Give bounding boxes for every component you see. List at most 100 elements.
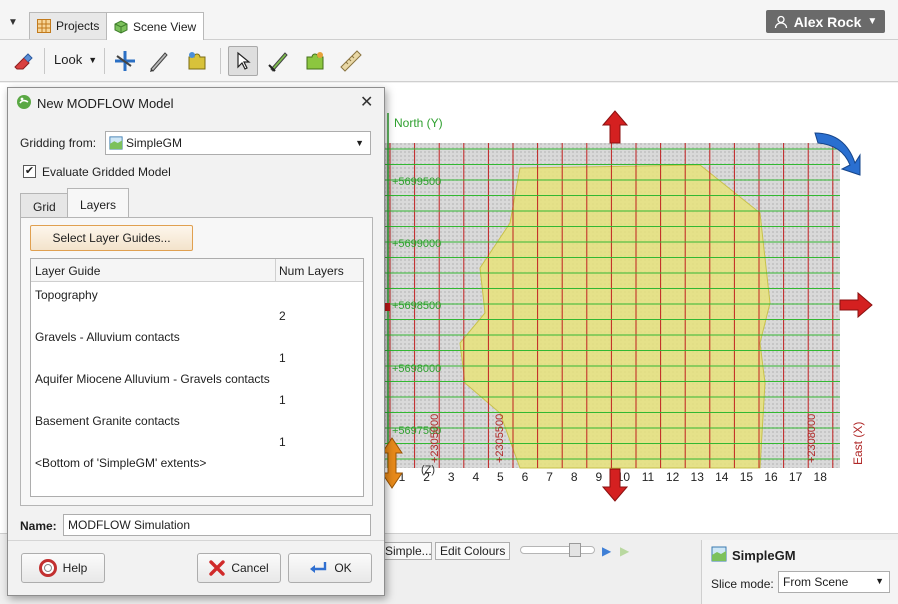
column-header-layer-guide[interactable]: Layer Guide [35,264,100,278]
tab-label: Projects [56,19,100,33]
column-number: 7 [546,470,553,484]
chevron-down-icon: ▼ [355,138,364,148]
layer-guide-name[interactable]: Topography [35,288,98,302]
num-layers-value[interactable]: 1 [279,435,286,449]
column-number: 6 [522,470,529,484]
ruler-tool-icon[interactable] [336,46,366,76]
layer-guide-name[interactable]: Aquifer Miocene Alluvium - Gravels conta… [35,372,270,386]
column-number: 4 [472,470,479,484]
gridding-from-value: SimpleGM [126,136,183,150]
northing-label: +5698000 [392,363,441,375]
tab-label: Layers [80,198,117,212]
look-label: Look [54,52,83,67]
opacity-slider[interactable] [520,543,595,557]
cancel-button[interactable]: Cancel [197,553,281,583]
edit-colours-label: Edit Colours [440,544,506,558]
user-name: Alex Rock [793,13,862,30]
user-menu-button[interactable]: Alex Rock ▼ [766,10,885,33]
puzzle-tool-icon[interactable] [182,46,212,76]
column-number: 13 [691,470,705,484]
ok-button[interactable]: OK [288,553,372,583]
column-number: 2 [423,470,430,484]
properties-panel: SimpleGM Slice mode: From Scene ▼ [701,540,898,604]
gridding-from-select[interactable]: SimpleGM ▼ [105,131,371,155]
user-icon [774,15,787,28]
toolbar-divider [44,48,45,74]
slice-move-tool-icon[interactable] [110,46,140,76]
help-button[interactable]: Help [21,553,105,583]
help-label: Help [62,561,88,575]
layer-guide-name[interactable]: Basement Granite contacts [35,414,180,428]
column-number: 3 [448,470,455,484]
easting-label: +2308000 [806,414,818,463]
points-tool-icon[interactable] [300,46,330,76]
column-number: 5 [497,470,504,484]
look-menu-button[interactable]: Look ▼ [54,52,97,67]
lifebuoy-icon [38,559,57,577]
cancel-label: Cancel [231,561,269,575]
column-number: 8 [571,470,578,484]
select-layer-guides-label: Select Layer Guides... [52,231,171,245]
style-select-value: Simple... [385,544,432,558]
easting-label: +2305500 [494,414,506,463]
chevron-down-icon: ▼ [88,54,98,65]
northing-label: +5698500 [392,300,441,312]
column-number: 11 [642,470,655,484]
pen-tool-icon[interactable] [144,46,174,76]
north-handle-icon[interactable] [601,110,629,144]
gridding-from-label: Gridding from: [20,136,97,150]
num-layers-value[interactable]: 2 [279,309,286,323]
column-number: 15 [740,470,754,484]
tab-grid[interactable]: Grid [20,193,69,219]
layer-guide-name[interactable]: Gravels - Alluvium contacts [35,330,180,344]
slice-mode-value: From Scene [783,575,849,589]
draw-line-tool-icon[interactable] [264,46,294,76]
evaluate-checkbox[interactable]: ✔ [23,165,36,178]
tab-layers[interactable]: Layers [67,188,130,218]
chevron-down-icon: ▼ [867,16,878,27]
cancel-x-icon [209,560,226,576]
slice-mode-select[interactable]: From Scene ▼ [778,571,890,593]
properties-title: SimpleGM [732,548,796,563]
table-header: Layer Guide Num Layers [31,259,363,282]
tab-label: Grid [33,200,56,214]
cube-icon [114,19,128,34]
toolbar-divider [104,48,105,74]
east-handle-icon[interactable] [839,291,873,319]
chevron-down-icon: ▼ [875,576,884,586]
tab-scene-view[interactable]: Scene View [106,12,205,40]
grid-icon [37,19,51,33]
northing-label: +5699500 [392,176,441,188]
select-arrow-icon[interactable] [228,46,258,76]
select-layer-guides-button[interactable]: Select Layer Guides... [30,225,193,251]
num-layers-value[interactable]: 1 [279,351,286,365]
slider-thumb[interactable] [569,543,581,557]
close-icon[interactable]: ✕ [360,92,373,112]
name-input[interactable]: MODFLOW Simulation [63,514,371,536]
style-select[interactable]: Simple... [380,542,432,560]
scene-toolbar: Look ▼ [0,40,898,82]
north-axis-label: North (Y) [394,116,443,130]
enter-arrow-icon [310,562,327,573]
tab-menu-icon[interactable]: ▼ [8,17,18,28]
edit-colours-button[interactable]: Edit Colours [435,542,511,560]
northing-label: +5699000 [392,238,441,250]
eraser-tool-icon[interactable] [8,46,38,76]
layer-guide-table: Layer Guide Num Layers Topography 2 Grav… [30,258,364,497]
column-header-num-layers[interactable]: Num Layers [279,264,344,278]
tab-projects[interactable]: Projects [29,12,108,39]
tab-label: Scene View [133,19,197,34]
ok-label: OK [334,561,352,575]
geomodel-icon [109,136,123,150]
main-tab-bar: ▼ Projects Scene View Alex Rock ▼ [0,0,898,40]
play-icon[interactable]: ▶ [602,544,611,558]
column-number: 17 [789,470,803,484]
column-number: 12 [666,470,680,484]
easting-label: +2305000 [429,414,441,463]
num-layers-value[interactable]: 1 [279,393,286,407]
column-divider[interactable] [275,259,276,282]
layer-guide-name[interactable]: <Bottom of 'SimpleGM' extents> [35,456,206,470]
dialog-divider [8,540,384,541]
name-label: Name: [20,519,57,533]
column-number: 16 [764,470,778,484]
